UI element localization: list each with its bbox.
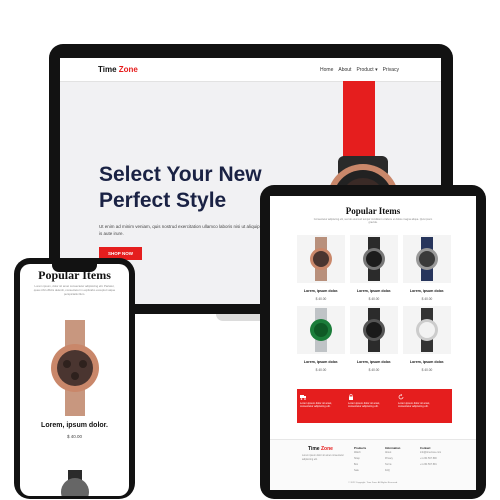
- product-image: [297, 306, 345, 354]
- tablet-section-title: Popular Items: [345, 206, 401, 216]
- product-name: Lorem, ipsum dolor.: [409, 289, 445, 293]
- logo-text: Time: [98, 65, 119, 74]
- watch-icon: [363, 308, 385, 352]
- product-name: Lorem, ipsum dolor.: [356, 360, 392, 364]
- footer-column-products: Products Watch Strap Box Sale: [354, 446, 366, 474]
- phone-next-product-image: [61, 470, 89, 496]
- refresh-icon: [398, 394, 404, 400]
- product-card[interactable]: Lorem, ipsum dolor. $ 40.00: [350, 306, 398, 372]
- watch-icon: [310, 308, 332, 352]
- phone-product-price: $ 40.00: [66, 434, 82, 439]
- tablet-section-subtitle: Consectetur adipiscing elit, sed do eius…: [313, 218, 433, 224]
- footer-link[interactable]: Sale: [354, 468, 366, 474]
- product-price: $ 40.00: [315, 297, 327, 301]
- logo-text: Time: [308, 446, 321, 452]
- feature-text: Lorem ipsum dolor sit amet, consectetur …: [348, 401, 381, 409]
- feature-item: Lorem ipsum dolor sit amet, consectetur …: [300, 394, 340, 409]
- logo-accent: Zone: [118, 65, 138, 74]
- watch-icon: [310, 237, 332, 281]
- product-price: $ 40.00: [421, 297, 433, 301]
- watch-icon: [363, 237, 385, 281]
- lock-icon: [349, 394, 353, 400]
- product-name: Lorem, ipsum dolor.: [409, 360, 445, 364]
- product-price: $ 40.00: [421, 368, 433, 372]
- footer-contact-phone[interactable]: +1 234 567 891: [420, 462, 441, 468]
- feature-item: Lorem ipsum dolor sit amet, consectetur …: [398, 394, 438, 409]
- footer-column-contact: Contact info@timezone.com +1 234 567 890…: [420, 446, 441, 468]
- truck-icon: [300, 395, 306, 400]
- laptop-logo[interactable]: Time Zone: [98, 65, 138, 74]
- nav-home[interactable]: Home: [320, 67, 333, 73]
- product-image: [350, 235, 398, 283]
- nav-about[interactable]: About: [338, 67, 351, 73]
- footer-column-information: Information About Privacy Terms FAQ: [385, 446, 400, 474]
- laptop-nav-menu: Home About Product ▾ Privacy: [320, 67, 399, 73]
- tablet-screen: Popular Items Consectetur adipiscing eli…: [270, 196, 476, 490]
- product-card[interactable]: Lorem, ipsum dolor. $ 40.00: [350, 235, 398, 301]
- product-image: [403, 306, 451, 354]
- footer-logo[interactable]: Time Zone: [308, 446, 333, 452]
- product-image: [403, 235, 451, 283]
- product-card[interactable]: Lorem, ipsum dolor. $ 40.00: [297, 306, 345, 372]
- product-name: Lorem, ipsum dolor.: [303, 360, 339, 364]
- phone-notch: [52, 264, 97, 272]
- footer-link[interactable]: FAQ: [385, 468, 400, 474]
- phone-product-image: [51, 320, 99, 416]
- footer-about: Lorem ipsum dolor sit amet consectetur a…: [302, 454, 344, 461]
- product-price: $ 40.00: [368, 297, 380, 301]
- product-card[interactable]: Lorem, ipsum dolor. $ 40.00: [403, 306, 451, 372]
- watch-icon: [416, 237, 438, 281]
- laptop-navbar: Time Zone Home About Product ▾ Privacy: [60, 58, 441, 82]
- nav-product[interactable]: Product ▾: [356, 67, 377, 73]
- product-card[interactable]: Lorem, ipsum dolor. $ 40.00: [403, 235, 451, 301]
- product-image: [350, 306, 398, 354]
- product-name: Lorem, ipsum dolor.: [356, 289, 392, 293]
- product-name: Lorem, ipsum dolor.: [303, 289, 339, 293]
- phone-screen: Popular Items Lorem ipsum, dolor sit ame…: [20, 264, 129, 496]
- footer-copyright: © 2022 Copyright. Time Zone. All Rights …: [348, 482, 398, 484]
- product-price: $ 40.00: [368, 368, 380, 372]
- feature-text: Lorem ipsum dolor sit amet, consectetur …: [398, 401, 431, 409]
- phone-product-name: Lorem, ipsum dolor.: [41, 422, 108, 429]
- feature-item: Lorem ipsum dolor sit amet, consectetur …: [348, 394, 388, 409]
- watch-icon: [416, 308, 438, 352]
- phone-section-subtitle: Lorem ipsum, dolor sit amet consectetur …: [33, 284, 116, 296]
- logo-accent: Zone: [320, 446, 333, 452]
- product-image: [297, 235, 345, 283]
- product-card[interactable]: Lorem, ipsum dolor. $ 40.00: [297, 235, 345, 301]
- product-price: $ 40.00: [315, 368, 327, 372]
- feature-text: Lorem ipsum dolor sit amet, consectetur …: [300, 401, 333, 409]
- nav-privacy[interactable]: Privacy: [383, 67, 399, 73]
